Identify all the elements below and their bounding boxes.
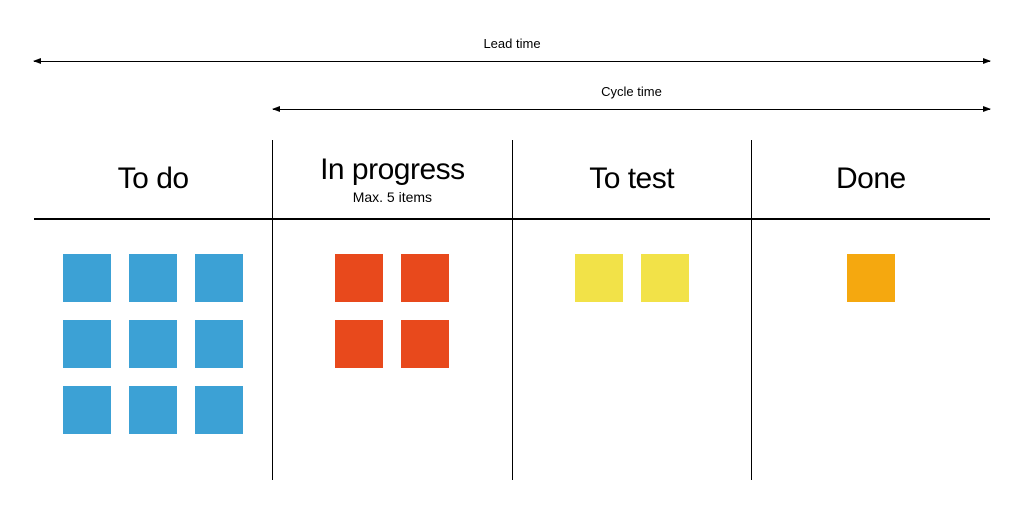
column-to-do: To do — [34, 140, 272, 480]
cycle-time-bracket: Cycle time — [34, 84, 990, 110]
kanban-diagram: Lead time Cycle time To doIn progress Max… — [34, 36, 990, 486]
column-body — [34, 220, 272, 480]
column-body — [752, 220, 990, 480]
kanban-card — [129, 386, 177, 434]
card-grid — [63, 254, 243, 460]
kanban-card — [129, 320, 177, 368]
column-done: Done — [751, 140, 990, 480]
kanban-board: To doIn progress Max. 5 itemsTo testDone — [34, 140, 990, 480]
column-subtitle: Max. 5 items — [273, 189, 511, 205]
kanban-card — [641, 254, 689, 302]
column-title: Done — [752, 162, 990, 196]
column-body — [273, 220, 511, 480]
card-grid — [335, 254, 449, 460]
column-header: Done — [752, 140, 990, 218]
kanban-card — [847, 254, 895, 302]
cycle-time-label: Cycle time — [34, 84, 990, 105]
column-header: To do — [34, 140, 272, 218]
column-header: In progress Max. 5 items — [273, 140, 511, 218]
lead-time-label: Lead time — [34, 36, 990, 57]
column-title: To test — [513, 162, 751, 196]
lead-time-arrow-icon — [34, 61, 990, 62]
kanban-card — [401, 320, 449, 368]
kanban-card — [195, 386, 243, 434]
column-title: In progress — [273, 153, 511, 187]
kanban-card — [575, 254, 623, 302]
kanban-card — [335, 254, 383, 302]
lead-time-bracket: Lead time — [34, 36, 990, 62]
kanban-card — [63, 320, 111, 368]
kanban-card — [63, 386, 111, 434]
column-header: To test — [513, 140, 751, 218]
column-in-progress: In progress Max. 5 items — [272, 140, 511, 480]
kanban-card — [195, 254, 243, 302]
cycle-time-arrow-icon — [273, 109, 990, 110]
card-grid — [847, 254, 895, 460]
kanban-card — [195, 320, 243, 368]
kanban-card — [129, 254, 177, 302]
kanban-card — [335, 320, 383, 368]
column-to-test: To test — [512, 140, 751, 480]
kanban-card — [401, 254, 449, 302]
kanban-card — [63, 254, 111, 302]
column-body — [513, 220, 751, 480]
card-grid — [575, 254, 689, 460]
column-title: To do — [34, 162, 272, 196]
